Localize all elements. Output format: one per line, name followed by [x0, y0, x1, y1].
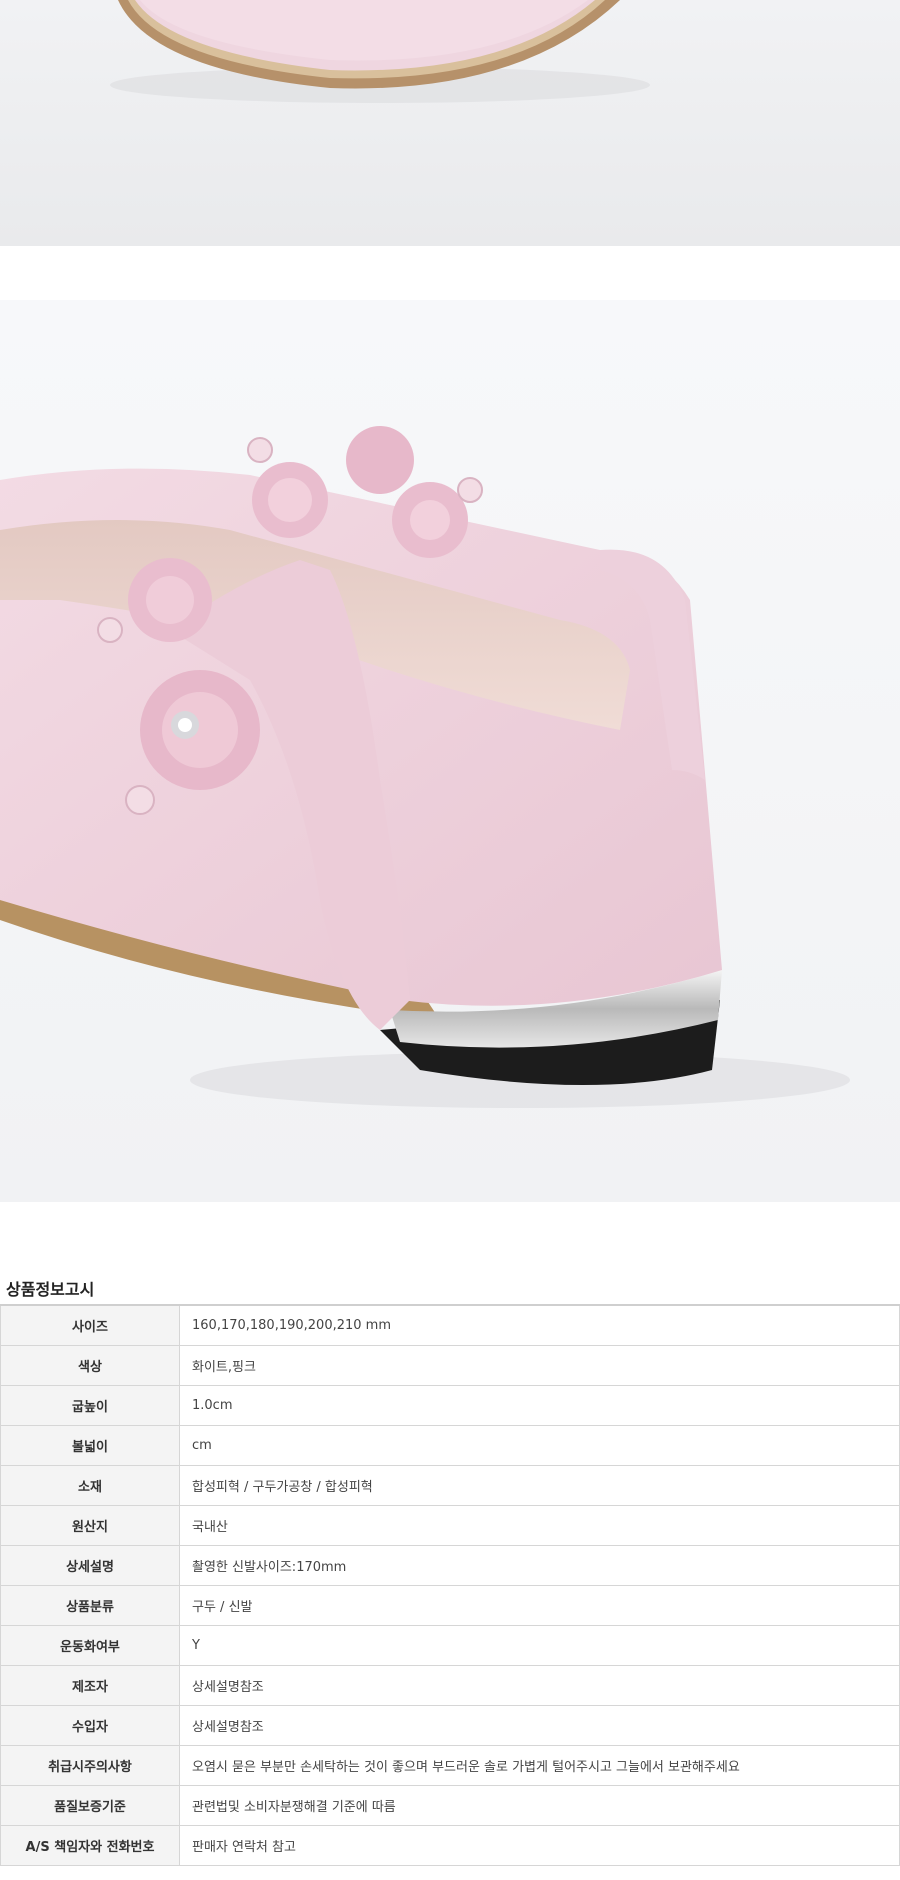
info-row: 운동화여부 Y: [0, 1625, 900, 1666]
info-label: 품질보증기준: [0, 1785, 180, 1826]
info-label: 사이즈: [0, 1304, 180, 1346]
info-value: cm: [179, 1425, 900, 1466]
product-info-table: 사이즈 160,170,180,190,200,210 mm 색상 화이트,핑크 굽높이…: [0, 1304, 900, 1866]
info-row: A/S 책임자와 전화번호 판매자 연락처 참고: [0, 1825, 900, 1866]
info-row: 상품분류 구두 / 신발: [0, 1585, 900, 1626]
info-label: 상세설명: [0, 1545, 180, 1586]
info-row: 소재 합성피혁 / 구두가공창 / 합성피혁: [0, 1465, 900, 1506]
info-value: 촬영한 신발사이즈:170mm: [179, 1545, 900, 1586]
info-row: 사이즈 160,170,180,190,200,210 mm: [0, 1304, 900, 1346]
shoe-toe-photo: [0, 0, 900, 246]
info-value: 상세설명참조: [179, 1665, 900, 1706]
info-label: 수입자: [0, 1705, 180, 1746]
info-value: 판매자 연락처 참고: [179, 1825, 900, 1866]
info-value: 160,170,180,190,200,210 mm: [179, 1304, 900, 1346]
info-value: 1.0cm: [179, 1385, 900, 1426]
info-row: 제조자 상세설명참조: [0, 1665, 900, 1706]
info-row: 굽높이 1.0cm: [0, 1385, 900, 1426]
info-label: A/S 책임자와 전화번호: [0, 1825, 180, 1866]
info-label: 제조자: [0, 1665, 180, 1706]
info-label: 색상: [0, 1345, 180, 1386]
info-row: 원산지 국내산: [0, 1505, 900, 1546]
info-label: 원산지: [0, 1505, 180, 1546]
info-row: 취급시주의사항 오염시 묻은 부분만 손세탁하는 것이 좋으며 부드러운 솔로 가…: [0, 1745, 900, 1786]
product-info-body: 사이즈 160,170,180,190,200,210 mm 색상 화이트,핑크 굽높이…: [0, 1304, 900, 1866]
info-value: 화이트,핑크: [179, 1345, 900, 1386]
info-row: 상세설명 촬영한 신발사이즈:170mm: [0, 1545, 900, 1586]
info-value: 오염시 묻은 부분만 손세탁하는 것이 좋으며 부드러운 솔로 가볍게 털어주시…: [179, 1745, 900, 1786]
info-label: 볼넓이: [0, 1425, 180, 1466]
info-label: 운동화여부: [0, 1625, 180, 1666]
info-value: 국내산: [179, 1505, 900, 1546]
info-label: 소재: [0, 1465, 180, 1506]
notice-title: 상품정보고시: [6, 1280, 95, 1299]
info-label: 취급시주의사항: [0, 1745, 180, 1786]
info-value: Y: [179, 1625, 900, 1666]
shoe-heel-illustration: [0, 300, 900, 1202]
info-row: 색상 화이트,핑크: [0, 1345, 900, 1386]
info-value: 상세설명참조: [179, 1705, 900, 1746]
info-row: 볼넓이 cm: [0, 1425, 900, 1466]
info-row: 수입자 상세설명참조: [0, 1705, 900, 1746]
info-value: 관련법및 소비자분쟁해결 기준에 따름: [179, 1785, 900, 1826]
info-label: 굽높이: [0, 1385, 180, 1426]
shoe-toe-illustration: [0, 0, 900, 246]
info-value: 구두 / 신발: [179, 1585, 900, 1626]
info-value: 합성피혁 / 구두가공창 / 합성피혁: [179, 1465, 900, 1506]
shoe-heel-photo: [0, 300, 900, 1202]
info-row: 품질보증기준 관련법및 소비자분쟁해결 기준에 따름: [0, 1785, 900, 1826]
info-label: 상품분류: [0, 1585, 180, 1626]
